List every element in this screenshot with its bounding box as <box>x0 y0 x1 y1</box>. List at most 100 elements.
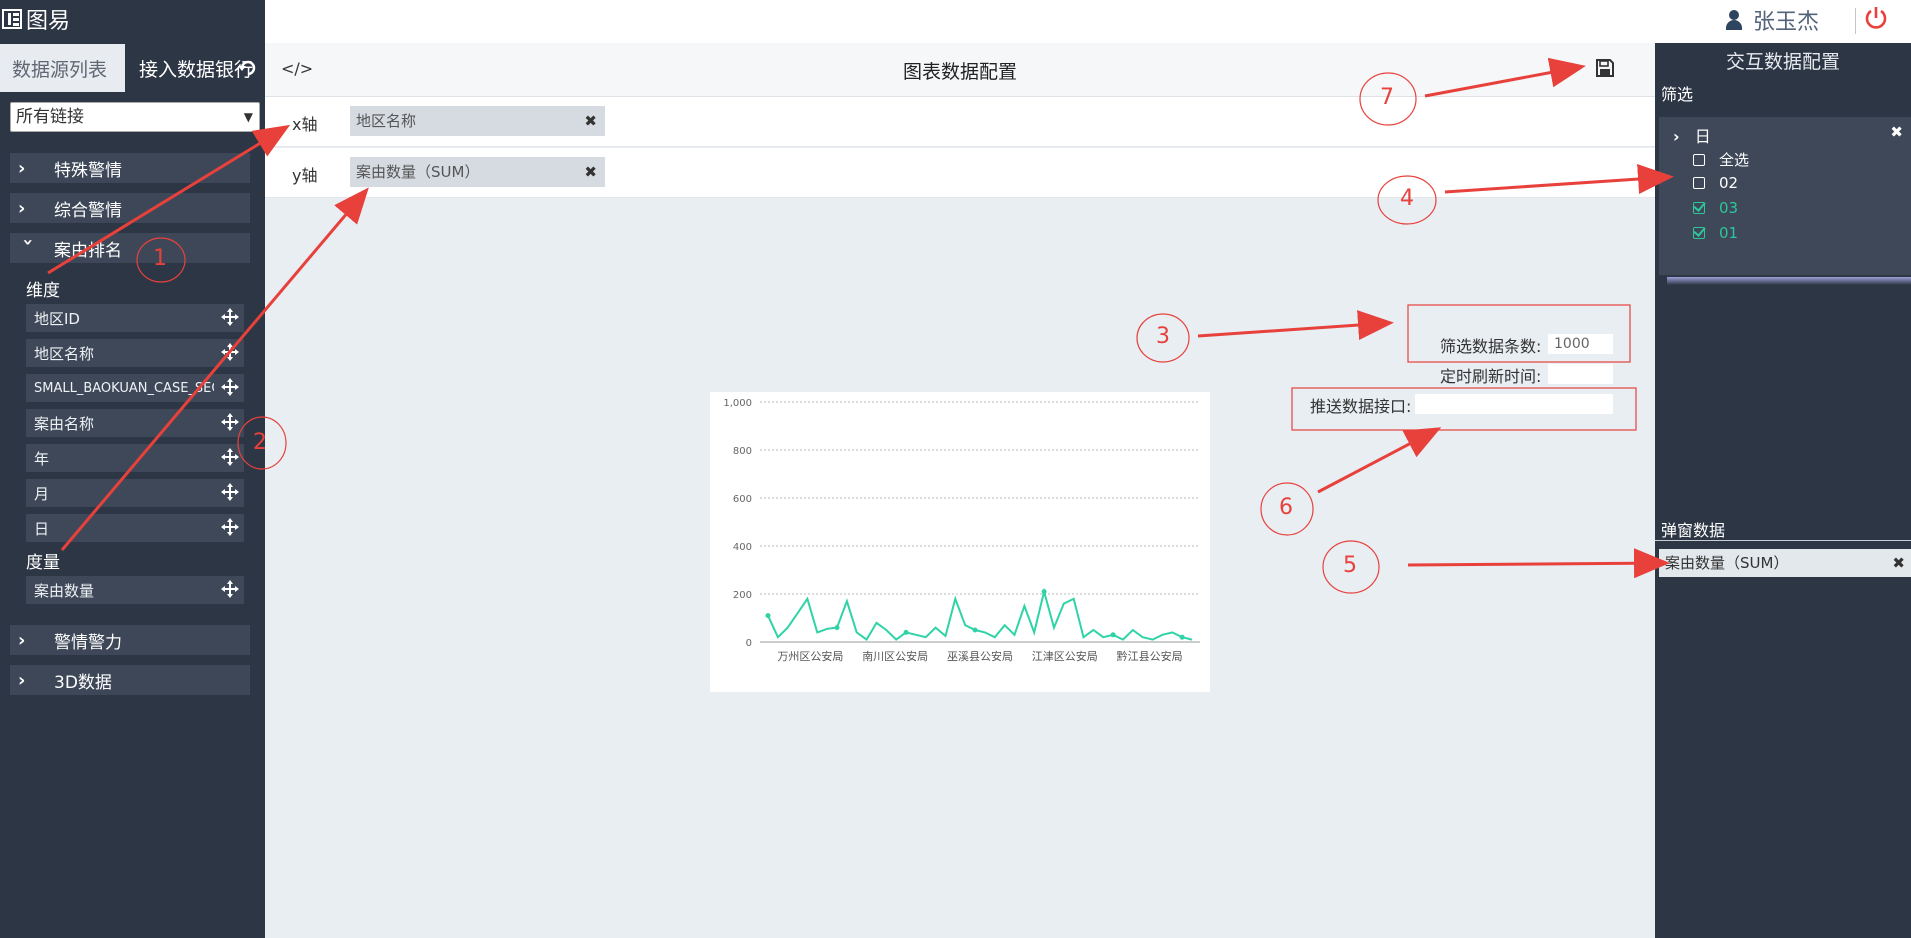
data-point <box>972 627 978 633</box>
checkbox-checked-icon[interactable] <box>1693 227 1705 239</box>
series-line <box>767 587 1193 642</box>
chevron-right-icon: › <box>18 669 26 691</box>
data-point <box>1041 589 1047 595</box>
y-axis-row: y轴 案由数量（SUM） ✖ <box>265 148 1655 198</box>
popup-title: 弹窗数据 <box>1661 521 1726 540</box>
group-special-alerts[interactable]: › 特殊警情 <box>10 153 250 183</box>
y-tick-label: 600 <box>733 494 752 505</box>
popup-field-chip[interactable]: 案由数量（SUM） ✖ <box>1659 549 1911 577</box>
dimension-label: 维度 <box>26 281 60 301</box>
move-icon[interactable] <box>220 517 240 537</box>
logo-text: 图易 <box>26 9 71 34</box>
group-case-ranking[interactable]: › 案由排名 <box>10 233 250 263</box>
y-tick-label: 1,000 <box>723 398 752 409</box>
annotation-number: 5 <box>1343 553 1357 578</box>
chevron-down-icon: ▼ <box>243 110 253 124</box>
y-tick-label: 400 <box>733 542 752 553</box>
page-title: 图表数据配置 <box>902 61 1017 83</box>
x-tick-label: 万州区公安局 <box>777 649 843 663</box>
x-axis-label: x轴 <box>292 115 318 134</box>
checkbox-checked-icon[interactable] <box>1693 202 1705 214</box>
move-icon[interactable] <box>220 482 240 502</box>
annotation-arrow <box>1317 427 1442 494</box>
measure-field[interactable]: 案由数量 <box>26 576 244 604</box>
group-police-force[interactable]: › 警情警力 <box>10 625 250 655</box>
refresh-input[interactable] <box>1548 364 1613 384</box>
dimension-field[interactable]: 案由名称 <box>26 409 244 437</box>
dimension-field[interactable]: 年 <box>26 444 244 472</box>
config-header: </> 图表数据配置 <box>265 43 1655 97</box>
move-icon[interactable] <box>220 307 240 327</box>
move-icon[interactable] <box>220 377 240 397</box>
annotation-number: 4 <box>1400 186 1414 211</box>
dimension-field[interactable]: 月 <box>26 479 244 507</box>
divider <box>1655 540 1911 541</box>
left-sidebar: 图易 数据源列表 接入数据银行 所有链接 ▼ › 特殊警情 › 综合警情 › 案… <box>0 0 265 938</box>
checkbox-icon[interactable] <box>1693 177 1705 189</box>
move-icon[interactable] <box>220 447 240 467</box>
annotation-arrow <box>1197 310 1394 341</box>
group-general-alerts[interactable]: › 综合警情 <box>10 193 250 223</box>
filter-count-label: 筛选数据条数: <box>1440 337 1542 356</box>
refresh-label: 定时刷新时间: <box>1440 367 1542 386</box>
close-icon[interactable]: ✖ <box>584 157 597 187</box>
y-axis-field-chip[interactable]: 案由数量（SUM） ✖ <box>350 157 605 187</box>
x-tick-label: 江津区公安局 <box>1032 649 1098 663</box>
data-point <box>903 629 909 635</box>
tab-datasource-list[interactable]: 数据源列表 <box>0 44 125 92</box>
move-icon[interactable] <box>220 579 240 599</box>
logo-icon <box>2 9 22 29</box>
move-icon[interactable] <box>220 342 240 362</box>
filter-option[interactable]: 全选 <box>1693 149 1749 170</box>
data-point <box>834 625 840 631</box>
x-tick-label: 南川区公安局 <box>862 649 928 663</box>
push-input[interactable] <box>1415 394 1613 414</box>
push-label: 推送数据接口: <box>1310 397 1412 416</box>
dimension-field[interactable]: 地区名称 <box>26 339 244 367</box>
filter-count-input[interactable]: 1000 <box>1548 334 1613 354</box>
filter-shadow <box>1667 277 1911 285</box>
checkbox-icon[interactable] <box>1693 153 1705 166</box>
data-point <box>1110 632 1116 638</box>
close-icon[interactable]: ✖ <box>584 106 597 136</box>
power-icon[interactable] <box>1864 6 1888 30</box>
user-icon <box>1725 9 1743 31</box>
annotation-number: 3 <box>1156 324 1170 349</box>
data-point <box>1179 634 1185 640</box>
move-icon[interactable] <box>220 412 240 432</box>
filter-option[interactable]: 03 <box>1693 199 1738 217</box>
chart-preview: 0 200 400 600 800 1,000 万州区公安局 南川区公安局 巫溪县公安局 江津区公… <box>710 392 1210 692</box>
filter-field-header[interactable]: › 日 <box>1673 123 1711 147</box>
filter-option[interactable]: 02 <box>1693 174 1738 192</box>
top-bar: 张玉杰 <box>265 0 1911 43</box>
right-panel-title: 交互数据配置 <box>1725 51 1840 73</box>
y-axis-label: y轴 <box>292 166 318 185</box>
y-tick-label: 200 <box>733 590 752 601</box>
filter-option[interactable]: 01 <box>1693 224 1738 242</box>
measure-label: 度量 <box>26 553 60 573</box>
annotation-number: 2 <box>253 430 267 455</box>
filter-box: › 日 ✖ 全选 02 03 01 <box>1659 117 1911 275</box>
user-name: 张玉杰 <box>1752 10 1819 35</box>
x-axis-row: x轴 地区名称 ✖ <box>265 97 1655 147</box>
close-icon[interactable]: ✖ <box>1892 549 1905 577</box>
user-menu[interactable]: 张玉杰 <box>1725 4 1819 36</box>
right-panel: 交互数据配置 筛选 › 日 ✖ 全选 02 03 01 弹窗数据 案由数量（SU… <box>1655 43 1911 938</box>
chevron-down-icon: › <box>17 238 39 246</box>
app-logo[interactable]: 图易 <box>0 0 265 38</box>
x-axis-field-chip[interactable]: 地区名称 ✖ <box>350 106 605 136</box>
chevron-right-icon: › <box>18 629 26 651</box>
group-3d-data[interactable]: › 3D数据 <box>10 665 250 695</box>
source-select[interactable]: 所有链接 ▼ <box>10 102 260 132</box>
dimension-field[interactable]: 日 <box>26 514 244 542</box>
dimension-field[interactable]: 地区ID <box>26 304 244 332</box>
chevron-right-icon: › <box>18 157 26 179</box>
refresh-icon[interactable] <box>237 58 259 78</box>
divider <box>1855 8 1856 34</box>
filter-title: 筛选 <box>1661 85 1694 104</box>
dimension-field[interactable]: SMALL_BAOKUAN_CASE_SEQ <box>26 374 244 402</box>
y-tick-label: 800 <box>733 446 752 457</box>
y-tick-label: 0 <box>746 638 752 649</box>
close-icon[interactable]: ✖ <box>1890 123 1903 141</box>
save-icon[interactable] <box>1595 58 1615 78</box>
